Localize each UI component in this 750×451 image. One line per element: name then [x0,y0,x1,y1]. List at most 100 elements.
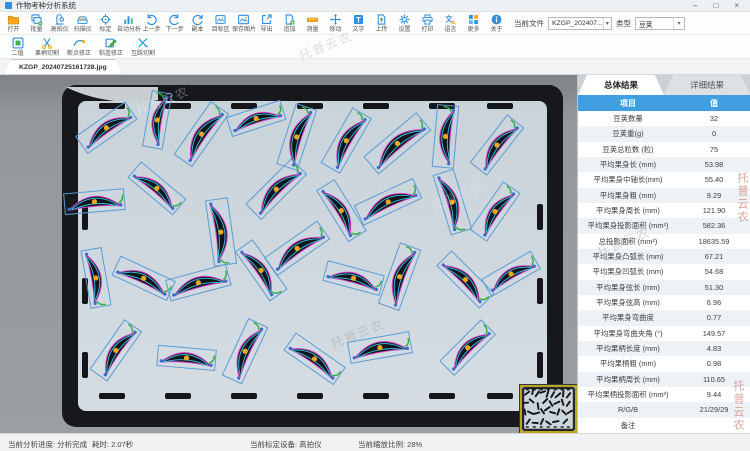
toolbar-button-print[interactable]: 打印 [416,12,439,34]
close-button[interactable]: × [734,2,739,10]
result-item-value: 6.96 [678,298,750,307]
result-item-label: 平均果身弦高 (mm) [578,297,678,308]
toolbar-button-auto-analyze[interactable]: 自动分析 [117,12,140,34]
toolbar-button-add-doc[interactable]: 追加 [278,12,301,34]
tool-button-binary[interactable]: 二值 [4,35,31,58]
chevron-down-icon: ▾ [673,18,684,29]
about-info-icon [490,13,503,26]
image-canvas[interactable] [0,75,577,433]
result-row: R/G/B21/29/29 [578,402,750,417]
header-item-column: 项目 [578,98,678,109]
result-item-value: 9.29 [678,191,750,200]
result-item-value: 149.57 [678,329,750,338]
result-row: 平均果身弦长 (mm)51.30 [578,280,750,295]
toolbar-button-text[interactable]: 文字 [347,12,370,34]
result-row: 总投影面积 (mm²)18635.59 [578,234,750,249]
toolbar-item-label: 语言 [445,27,457,33]
toolbar-button-redo[interactable]: 下一步 [163,12,186,34]
result-item-value: 9.44 [678,390,750,399]
toolbar-item-label: 关于 [491,27,503,33]
toolbar-item-label: 打开 [8,27,20,33]
current-file-label: 当前文件 [514,18,544,29]
result-item-value: 110.65 [678,375,750,384]
stem-cut-icon [40,36,54,50]
toolbar-button-upload[interactable]: 上传 [370,12,393,34]
result-row: 平均果身周长 (mm)121.90 [578,203,750,218]
result-row: 平均果身凸弧长 (mm)67.21 [578,249,750,264]
toolbar-button-move[interactable]: 移动 [324,12,347,34]
toolbar-item-label: 保存图片 [232,27,256,33]
doc-camera-icon [53,13,66,26]
toolbar-button-about-info[interactable]: 关于 [485,12,508,34]
toolbar-button-calibrate-target[interactable]: 标定 [94,12,117,34]
save-image-icon [237,13,250,26]
toolbar-button-save-image[interactable]: 保存图片 [232,12,255,34]
status-zoom: 当前缩放比例: 28% [358,439,422,450]
toolbar-item-label: 上传 [376,27,388,33]
result-row: 平均果柄投影面积 (mm²)9.44 [578,387,750,402]
result-row: 平均果身投影面积 (mm²)582.36 [578,218,750,233]
toolbar-button-folder-open[interactable]: 打开 [2,12,25,34]
toolbar-button-more-grid[interactable]: 更多 [462,12,485,34]
result-item-value: 67.21 [678,252,750,261]
result-row: 平均果身弯曲度0.77 [578,310,750,325]
result-item-label: 平均果柄投影面积 (mm²) [578,389,678,400]
maximize-button[interactable]: □ [713,2,718,10]
document-tab-bar: KZGP_20240725161728.jpg [0,59,750,75]
toolbar-item-label: 测量 [307,27,319,33]
toolbar-button-duplicate[interactable]: 副本 [186,12,209,34]
result-item-label: 平均果柄周长 (mm) [578,374,678,385]
toolbar-button-export[interactable]: 导出 [255,12,278,34]
thumbnail-image [522,387,575,431]
toolbar-button-scanner[interactable]: 扫描仪 [71,12,94,34]
batch-images-icon [30,13,43,26]
application-window: 作物考种分析系统 – □ × 打开批量高拍仪扫描仪标定自动分析上一步下一步副本目… [0,0,750,451]
tool-button-overlap-cut[interactable]: 互踩切割 [127,35,159,58]
document-tab[interactable]: KZGP_20240725161728.jpg [4,59,122,74]
toolbar-button-target-area[interactable]: 目标区 [209,12,232,34]
toolbar-button-undo[interactable]: 上一步 [140,12,163,34]
toolbar-button-language[interactable]: 文A语言 [439,12,462,34]
minimize-button[interactable]: – [693,2,697,10]
export-icon [260,13,273,26]
more-grid-icon [467,13,480,26]
result-item-value: 53.98 [678,160,750,169]
type-dropdown[interactable]: 豆荚 ▾ [635,17,685,30]
results-table-header: 项目 值 [578,95,750,111]
overview-thumbnail[interactable] [520,385,577,433]
result-item-label: 平均果柄粗 (mm) [578,358,678,369]
result-row: 平均果柄粗 (mm)0.98 [578,356,750,371]
main-toolbar: 打开批量高拍仪扫描仪标定自动分析上一步下一步副本目标区保存图片导出追加测量移动文… [0,12,750,35]
result-item-label: 备注 [578,420,678,431]
status-bar: 当前分析进度: 分析完成 耗时: 2.07秒 当前标定设备: 高拍仪 当前缩放比… [0,433,750,451]
result-item-value: 55.40 [678,175,750,184]
move-icon [329,13,342,26]
result-item-value: 0 [678,129,750,138]
results-panel: 总体结果详细结果 项目 值 豆荚数量32豆荚重(g)0豆荚总粒数 (粒)75平均… [578,75,750,433]
upload-icon [375,13,388,26]
toolbar-button-settings-gear[interactable]: 设置 [393,12,416,34]
result-item-label: R/G/B [578,405,678,414]
toolbar-button-batch-images[interactable]: 批量 [25,12,48,34]
tool-button-stem-cut[interactable]: 果柄切割 [31,35,63,58]
results-tab-detail[interactable]: 详细结果 [664,75,750,95]
tool-button-break-fix[interactable]: 断点修正 [63,35,95,58]
result-item-label: 平均果身中轴长(mm) [578,174,678,185]
toolbar-item-label: 打印 [422,27,434,33]
current-file-dropdown[interactable]: KZGP_202407... ▾ [548,17,612,30]
results-tab-overall[interactable]: 总体结果 [578,75,664,95]
app-logo-icon [5,2,12,9]
type-value: 豆荚 [639,19,653,29]
result-item-label: 平均果身弯曲夹角 (°) [578,328,678,339]
result-row: 平均果身弯曲夹角 (°)149.57 [578,326,750,341]
tool-item-label: 断点修正 [67,51,91,57]
toolbar-button-doc-camera[interactable]: 高拍仪 [48,12,71,34]
add-doc-icon [283,13,296,26]
tool-button-adhesion-fix[interactable]: 粘连修正 [95,35,127,58]
toolbar-item-label: 追加 [284,27,296,33]
toolbar-button-measure-ruler[interactable]: 测量 [301,12,324,34]
overlap-cut-icon [136,36,150,50]
language-icon: 文A [444,13,457,26]
result-item-value: 75 [678,145,750,154]
auto-analyze-icon [122,13,135,26]
